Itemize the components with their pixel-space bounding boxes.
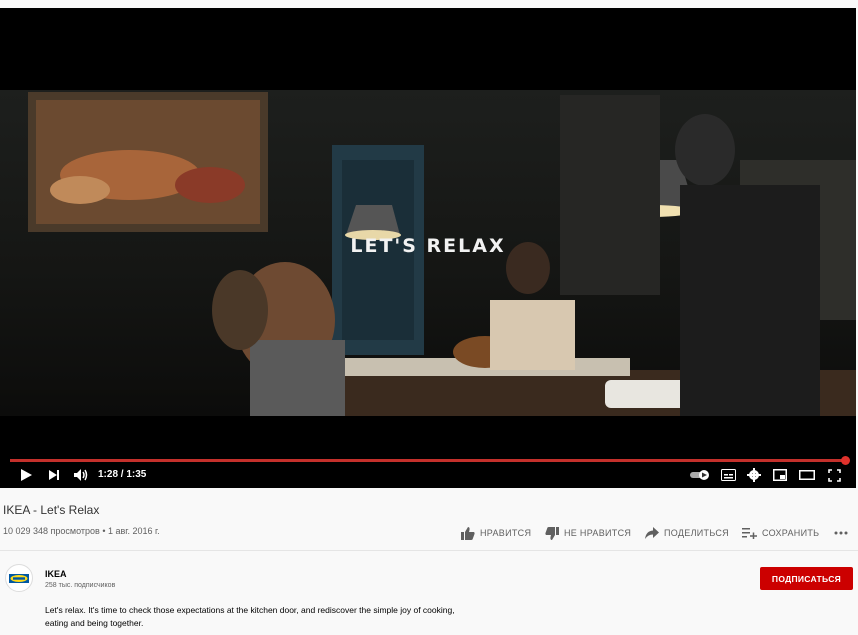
miniplayer-button[interactable] [771, 467, 789, 483]
ikea-logo-icon [9, 573, 29, 583]
channel-name[interactable]: IKEA [45, 569, 67, 579]
progress-bar[interactable] [10, 456, 850, 465]
share-label: ПОДЕЛИТЬСЯ [664, 528, 729, 538]
autoplay-toggle-icon [690, 470, 709, 480]
volume-icon [74, 469, 88, 481]
subtitles-button[interactable] [719, 467, 737, 483]
settings-button[interactable] [745, 467, 763, 483]
divider [0, 550, 858, 551]
share-button[interactable]: ПОДЕЛИТЬСЯ [645, 526, 729, 540]
dislike-label: НЕ НРАВИТСЯ [564, 528, 632, 538]
like-button[interactable]: НРАВИТСЯ [461, 526, 531, 540]
more-horizontal-icon [834, 531, 848, 535]
progress-scrubber[interactable] [841, 456, 850, 465]
subscribe-button[interactable]: ПОДПИСАТЬСЯ [760, 567, 853, 590]
like-label: НРАВИТСЯ [480, 528, 532, 538]
playlist-add-icon [742, 528, 757, 539]
more-actions-button[interactable] [834, 526, 848, 540]
play-button[interactable] [17, 467, 35, 483]
next-icon [49, 470, 59, 480]
save-button[interactable]: СОХРАНИТЬ [742, 526, 819, 540]
volume-button[interactable] [71, 467, 91, 483]
fullscreen-button[interactable] [825, 467, 843, 483]
video-frame[interactable]: LET'S RELAX [0, 90, 856, 416]
fullscreen-icon [827, 468, 841, 482]
play-icon [21, 469, 32, 481]
autoplay-toggle[interactable] [689, 467, 711, 483]
theater-mode-button[interactable] [797, 467, 817, 483]
time-display: 1:28 / 1:35 [98, 469, 147, 480]
next-button[interactable] [45, 467, 63, 483]
share-icon [645, 527, 659, 539]
save-label: СОХРАНИТЬ [762, 528, 820, 538]
channel-avatar[interactable] [5, 564, 33, 592]
thumbs-up-icon [461, 526, 475, 540]
subscriber-count: 258 тыс. подписчиков [45, 582, 116, 589]
dislike-button[interactable]: НЕ НРАВИТСЯ [545, 526, 631, 540]
video-overlay-title: LET'S RELAX [350, 235, 506, 257]
video-title: IKEA - Let's Relax [3, 503, 100, 517]
subtitles-icon [720, 469, 736, 481]
thumbs-down-icon [545, 526, 559, 540]
video-player[interactable]: LET'S RELAX 1:28 / 1:35 [0, 8, 856, 488]
settings-icon [747, 468, 761, 482]
theater-mode-icon [799, 470, 815, 480]
video-description: Let's relax. It's time to check those ex… [45, 605, 455, 628]
video-views-date: 10 029 348 просмотров • 1 авг. 2016 г. [3, 526, 160, 536]
miniplayer-icon [773, 469, 787, 481]
